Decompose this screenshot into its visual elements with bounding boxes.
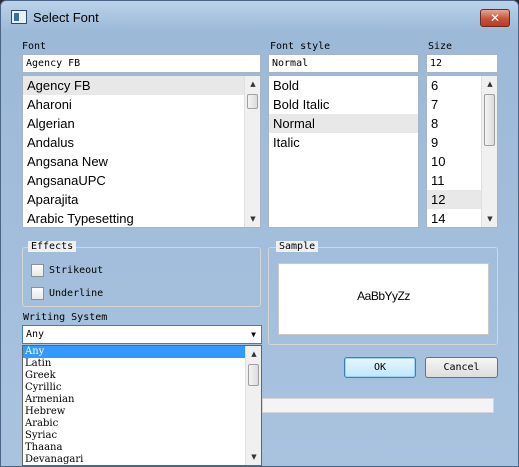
size-field[interactable]: 12 — [426, 54, 498, 73]
sample-preview: AaBbYyZz — [278, 263, 489, 335]
font-label: Font — [22, 41, 47, 52]
font-style-label: Font style — [270, 41, 331, 52]
font-style-list-item[interactable]: Bold — [269, 76, 418, 95]
font-style-list[interactable]: Bold Bold Italic Normal Italic — [268, 75, 419, 228]
size-list[interactable]: 6 7 8 9 10 11 12 14 ▲ ▼ — [426, 75, 498, 228]
scroll-thumb[interactable] — [484, 94, 495, 146]
size-list-scrollbar[interactable]: ▲ ▼ — [481, 76, 497, 227]
scroll-up-icon[interactable]: ▲ — [246, 346, 261, 362]
font-style-field[interactable]: Normal — [268, 54, 419, 73]
scroll-down-icon[interactable]: ▼ — [245, 211, 260, 227]
strikeout-label[interactable]: Strikeout — [49, 265, 103, 276]
writing-system-option[interactable]: Greek — [23, 370, 261, 382]
underline-checkbox[interactable] — [31, 287, 44, 300]
font-list-scrollbar[interactable]: ▲ ▼ — [244, 76, 260, 227]
font-list-item[interactable]: Aparajita — [23, 190, 260, 209]
font-style-list-item[interactable]: Normal — [269, 114, 418, 133]
font-list-item[interactable]: Agency FB — [23, 76, 260, 95]
scroll-down-icon[interactable]: ▼ — [246, 449, 261, 465]
hidden-field — [262, 398, 494, 413]
scroll-down-icon[interactable]: ▼ — [482, 211, 497, 227]
writing-system-option[interactable]: Hebrew — [23, 406, 261, 418]
dropdown-scrollbar[interactable]: ▲ ▼ — [245, 346, 261, 465]
writing-system-dropdown[interactable]: Any Latin Greek Cyrillic Armenian Hebrew Arabi… — [22, 345, 262, 466]
writing-system-option[interactable]: Armenian — [23, 394, 261, 406]
sample-text: AaBbYyZz — [357, 289, 410, 303]
writing-system-value: Any — [26, 329, 45, 340]
scroll-up-icon[interactable]: ▲ — [482, 76, 497, 92]
writing-system-option[interactable]: Cyrillic — [23, 382, 261, 394]
font-list-item[interactable]: Angsana New — [23, 152, 260, 171]
font-list-item[interactable]: Algerian — [23, 114, 260, 133]
ok-button[interactable]: OK — [344, 357, 416, 378]
font-style-list-item[interactable]: Bold Italic — [269, 95, 418, 114]
font-list-item[interactable]: AngsanaUPC — [23, 171, 260, 190]
underline-label[interactable]: Underline — [49, 288, 103, 299]
writing-system-option[interactable]: Any — [23, 346, 261, 358]
font-list-item[interactable]: Aharoni — [23, 95, 260, 114]
title-bar[interactable]: Select Font ✕ — [1, 1, 518, 35]
close-button[interactable]: ✕ — [480, 9, 510, 27]
chevron-down-icon[interactable]: ▼ — [251, 326, 256, 343]
writing-system-option[interactable]: Devanagari — [23, 454, 261, 465]
effects-title: Effects — [28, 241, 77, 252]
window-title: Select Font — [33, 10, 99, 25]
font-style-list-item[interactable]: Italic — [269, 133, 418, 152]
writing-system-label: Writing System — [23, 312, 108, 323]
scroll-up-icon[interactable]: ▲ — [245, 76, 260, 92]
font-list[interactable]: Agency FB Aharoni Algerian Andalus Angsana N… — [22, 75, 261, 228]
scroll-thumb[interactable] — [247, 94, 258, 109]
scroll-thumb[interactable] — [248, 364, 259, 386]
writing-system-option[interactable]: Thaana — [23, 442, 261, 454]
writing-system-option[interactable]: Arabic — [23, 418, 261, 430]
strikeout-checkbox[interactable] — [31, 264, 44, 277]
size-label: Size — [428, 41, 453, 52]
close-icon: ✕ — [489, 11, 501, 25]
cancel-button[interactable]: Cancel — [425, 357, 498, 378]
font-name-field[interactable]: Agency FB — [22, 54, 261, 73]
font-list-item[interactable]: Andalus — [23, 133, 260, 152]
app-window-icon — [11, 10, 27, 24]
sample-title: Sample — [276, 241, 319, 252]
writing-system-combo[interactable]: Any ▼ — [22, 325, 262, 344]
writing-system-option[interactable]: Syriac — [23, 430, 261, 442]
writing-system-option[interactable]: Latin — [23, 358, 261, 370]
font-list-item[interactable]: Arabic Typesetting — [23, 209, 260, 227]
